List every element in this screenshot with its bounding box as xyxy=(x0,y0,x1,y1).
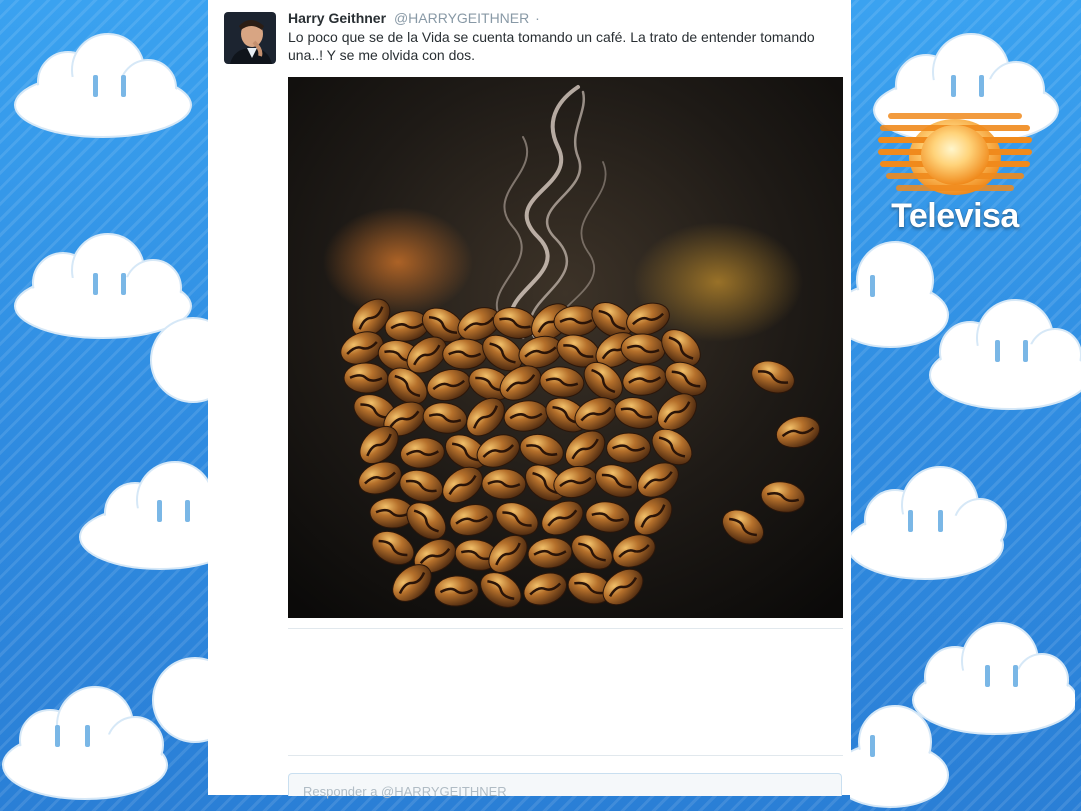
reply-input[interactable]: Responder a @HARRYGEITHNER xyxy=(303,784,507,799)
cloud-decoration xyxy=(75,455,215,575)
tweet-card: Harry Geithner @HARRYGEITHNER · Lo poco … xyxy=(208,0,851,799)
author-name[interactable]: Harry Geithner xyxy=(288,10,386,26)
cloud-decoration xyxy=(140,640,215,750)
tweet-header: Harry Geithner @HARRYGEITHNER · xyxy=(288,10,838,26)
author-handle[interactable]: @HARRYGEITHNER xyxy=(394,10,529,26)
actions-divider xyxy=(288,755,843,756)
tweet-text: Lo poco que se de la Vida se cuenta toma… xyxy=(288,29,815,63)
tweet-media[interactable] xyxy=(288,77,843,618)
media-divider xyxy=(288,628,843,629)
header-separator: · xyxy=(535,10,540,26)
cloud-decoration xyxy=(915,290,1081,415)
reply-box[interactable]: Responder a @HARRYGEITHNER xyxy=(288,773,842,799)
coffee-beans-cup-image xyxy=(288,77,843,618)
cloud-decoration xyxy=(850,690,950,811)
author-avatar[interactable] xyxy=(224,12,276,64)
cloud-decoration xyxy=(138,300,213,410)
televisa-wordmark: Televisa xyxy=(891,197,1019,235)
cloud-decoration xyxy=(8,30,198,145)
cloud-decoration xyxy=(850,460,1010,585)
televisa-logo-icon xyxy=(878,113,1032,195)
televisa-logo: Televisa xyxy=(870,105,1040,245)
avatar-photo xyxy=(224,12,276,64)
